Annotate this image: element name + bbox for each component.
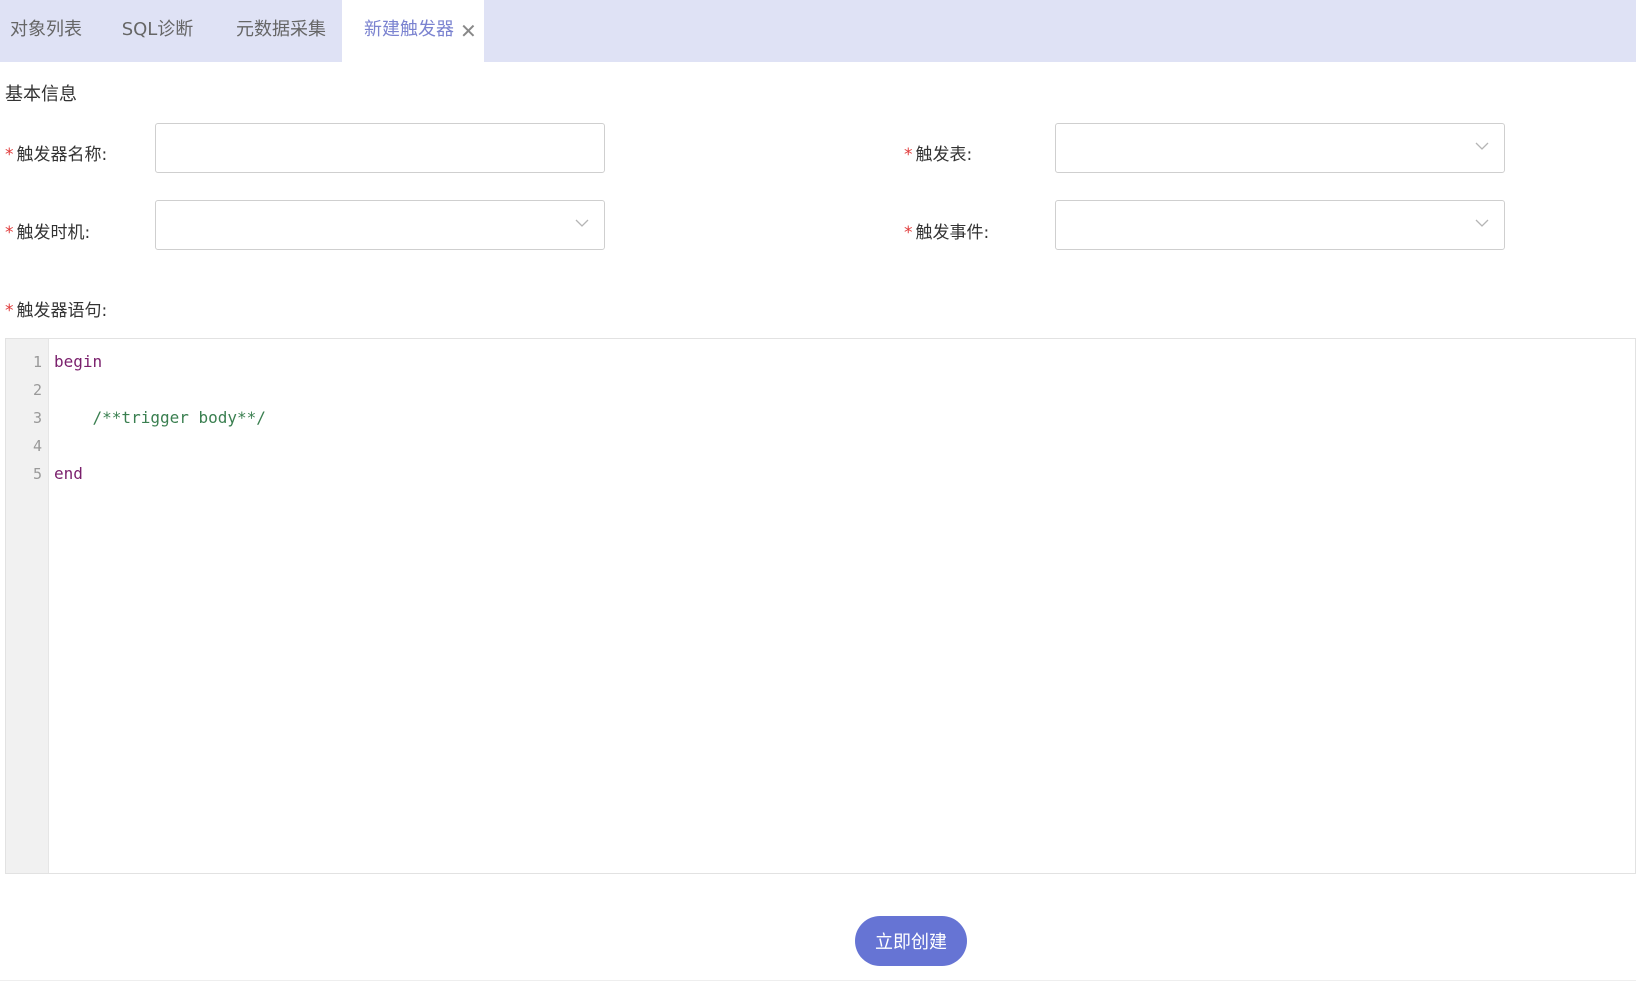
- label-text: 触发器语句:: [16, 301, 108, 321]
- code-editor[interactable]: 1 2 3 4 5 begin /**trigger body**/ end: [5, 338, 1636, 874]
- trigger-statement-label: * 触发器语句:: [5, 296, 107, 321]
- trigger-event-label: * 触发事件:: [904, 218, 989, 243]
- chevron-down-icon: [1475, 142, 1489, 150]
- trigger-timing-label: * 触发时机:: [5, 218, 90, 243]
- line-number: 3: [32, 409, 42, 427]
- trigger-table-label: * 触发表:: [904, 140, 972, 165]
- tab-bar: 对象列表 SQL诊断 元数据采集 新建触发器 ✕: [0, 0, 1636, 62]
- divider: [0, 980, 1636, 981]
- trigger-event-select[interactable]: [1055, 200, 1505, 250]
- tab-metadata-collection[interactable]: 元数据采集: [226, 0, 336, 62]
- required-mark: *: [904, 145, 913, 165]
- line-number: 1: [32, 353, 42, 371]
- code-line: end: [54, 464, 83, 483]
- create-now-button[interactable]: 立即创建: [855, 916, 967, 966]
- code-line: /**trigger body**/: [54, 408, 266, 427]
- trigger-table-select[interactable]: [1055, 123, 1505, 173]
- trigger-name-input[interactable]: [156, 124, 604, 172]
- chevron-down-icon: [1475, 219, 1489, 227]
- line-number: 4: [32, 437, 42, 455]
- label-text: 触发表:: [915, 145, 973, 165]
- label-text: 触发事件:: [915, 223, 990, 243]
- required-mark: *: [904, 223, 913, 243]
- label-text: 触发器名称:: [16, 145, 108, 165]
- trigger-name-field: [155, 123, 605, 173]
- tab-sql-diagnosis[interactable]: SQL诊断: [105, 0, 210, 62]
- trigger-name-label: * 触发器名称:: [5, 140, 107, 165]
- required-mark: *: [5, 301, 14, 321]
- line-number: 5: [32, 465, 42, 483]
- tab-label: 对象列表: [10, 19, 82, 40]
- section-title: 基本信息: [5, 84, 77, 105]
- tab-object-list[interactable]: 对象列表: [0, 0, 92, 62]
- tab-new-trigger[interactable]: 新建触发器 ✕: [342, 0, 484, 62]
- close-icon[interactable]: ✕: [460, 0, 477, 62]
- code-line: begin: [54, 352, 103, 371]
- tab-label: 新建触发器: [364, 19, 454, 40]
- tab-label: 元数据采集: [236, 19, 326, 40]
- required-mark: *: [5, 223, 14, 243]
- tab-label: SQL诊断: [121, 19, 194, 40]
- label-text: 触发时机:: [16, 223, 91, 243]
- trigger-timing-select[interactable]: [155, 200, 605, 250]
- line-number-gutter: 1 2 3 4 5: [6, 339, 49, 873]
- line-number: 2: [32, 381, 42, 399]
- required-mark: *: [5, 145, 14, 165]
- chevron-down-icon: [575, 219, 589, 227]
